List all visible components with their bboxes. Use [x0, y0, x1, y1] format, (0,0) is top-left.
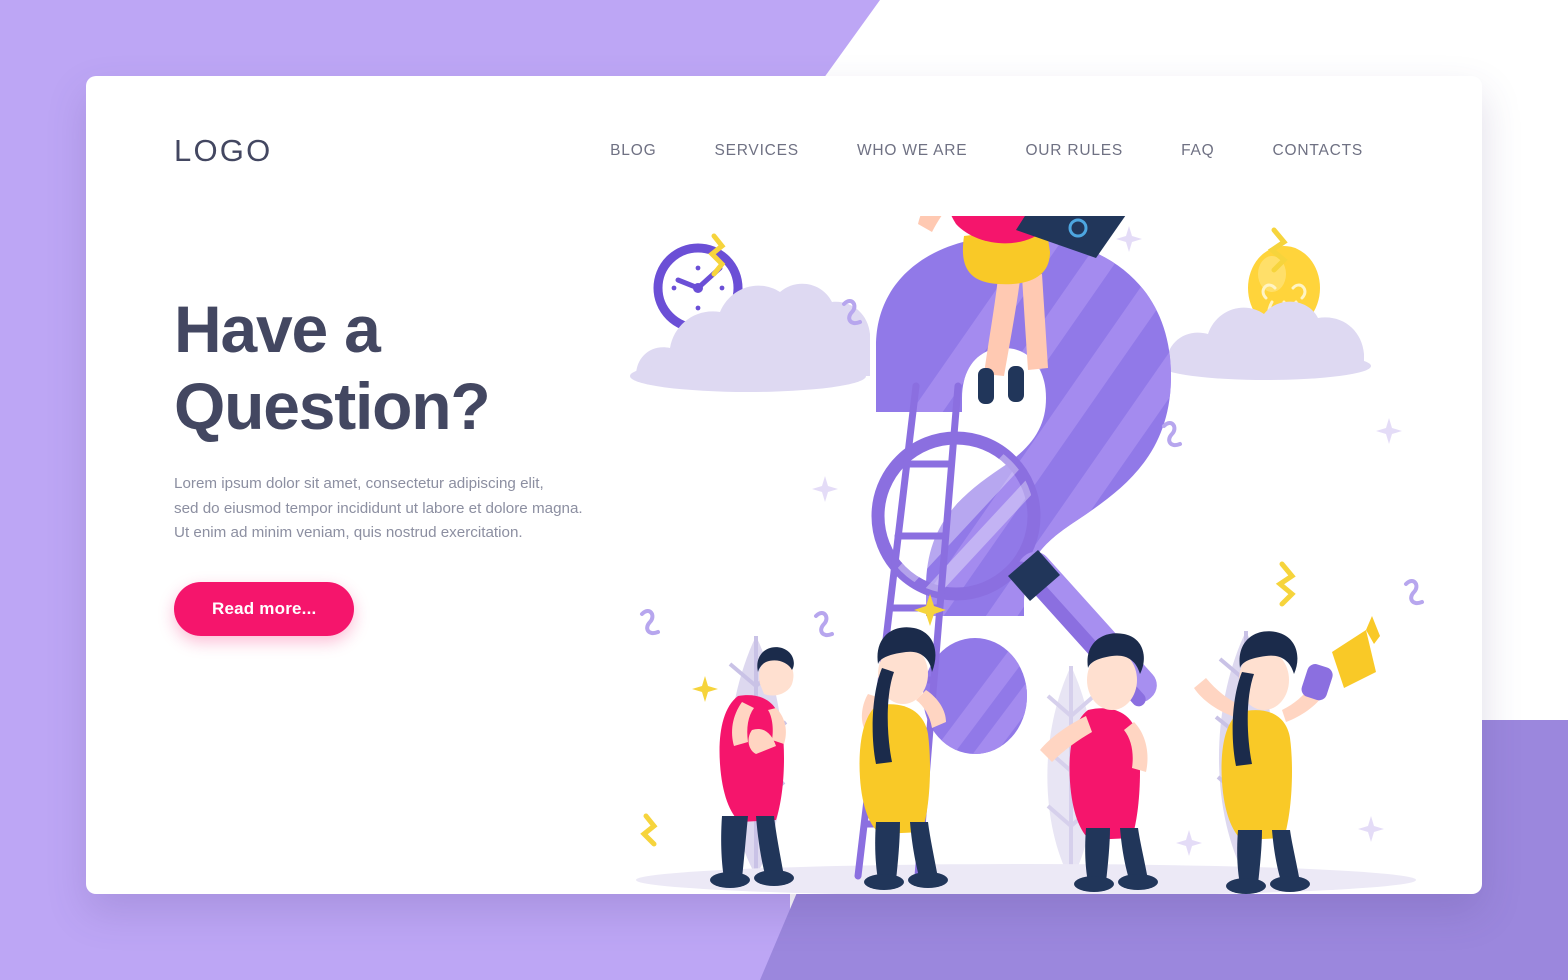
read-more-button[interactable]: Read more... [174, 581, 355, 636]
main-navigation: BLOG SERVICES WHO WE ARE OUR RULES FAQ C… [581, 142, 1392, 160]
logo[interactable]: LOGO [174, 133, 272, 169]
landing-page-card: LOGO BLOG SERVICES WHO WE ARE OUR RULES … [86, 76, 1482, 894]
paragraph-line-3: Ut enim ad minim veniam, quis nostrud ex… [174, 524, 523, 542]
nav-item-services[interactable]: SERVICES [685, 142, 828, 160]
page-title: Have a Question? [174, 291, 644, 444]
paragraph-line-2: sed do eiusmod tempor incididunt ut labo… [174, 499, 583, 517]
cloud-right-icon [1161, 246, 1371, 380]
nav-item-contacts[interactable]: CONTACTS [1244, 142, 1393, 160]
nav-item-blog[interactable]: BLOG [581, 142, 685, 160]
megaphone-icon [1301, 616, 1380, 701]
nav-item-our-rules[interactable]: OUR RULES [996, 142, 1152, 160]
headline-line-2: Question? [174, 368, 491, 443]
headline-line-1: Have a [174, 292, 381, 366]
pencil-icon [1008, 550, 1157, 707]
nav-item-who-we-are[interactable]: WHO WE ARE [828, 142, 996, 160]
site-header: LOGO BLOG SERVICES WHO WE ARE OUR RULES … [86, 76, 1482, 226]
nav-item-faq[interactable]: FAQ [1152, 142, 1243, 160]
paragraph-line-1: Lorem ipsum dolor sit amet, consectetur … [174, 475, 544, 493]
hero-paragraph: Lorem ipsum dolor sit amet, consectetur … [174, 472, 644, 546]
question-mark-illustration [626, 216, 1426, 894]
cloud-left-icon [630, 243, 870, 392]
hero-section: Have a Question? Lorem ipsum dolor sit a… [174, 291, 644, 636]
